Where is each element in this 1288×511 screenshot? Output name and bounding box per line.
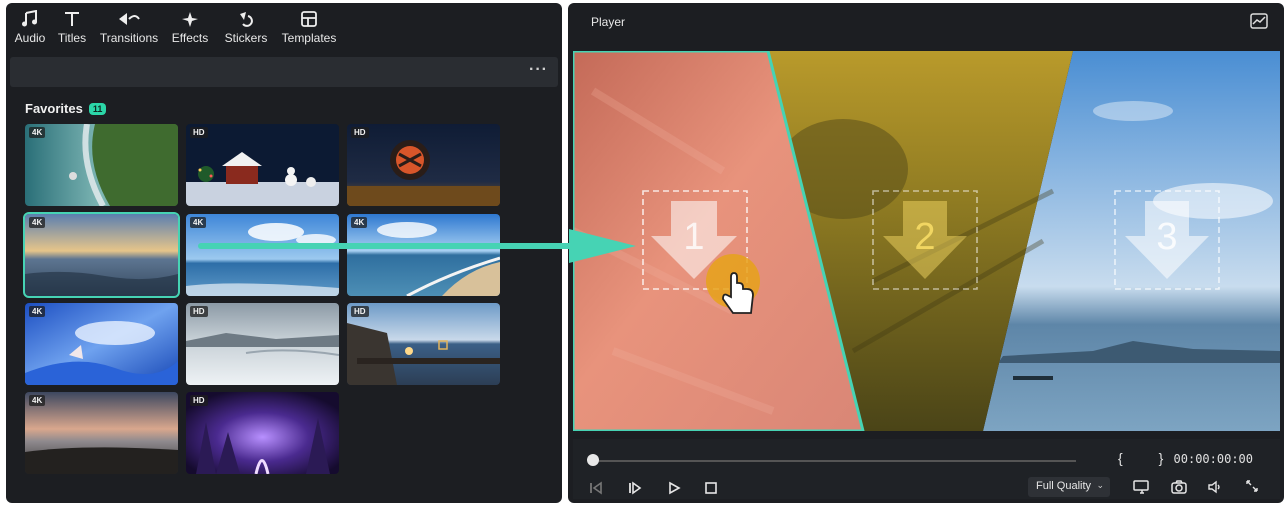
drag-arrow	[198, 229, 636, 263]
